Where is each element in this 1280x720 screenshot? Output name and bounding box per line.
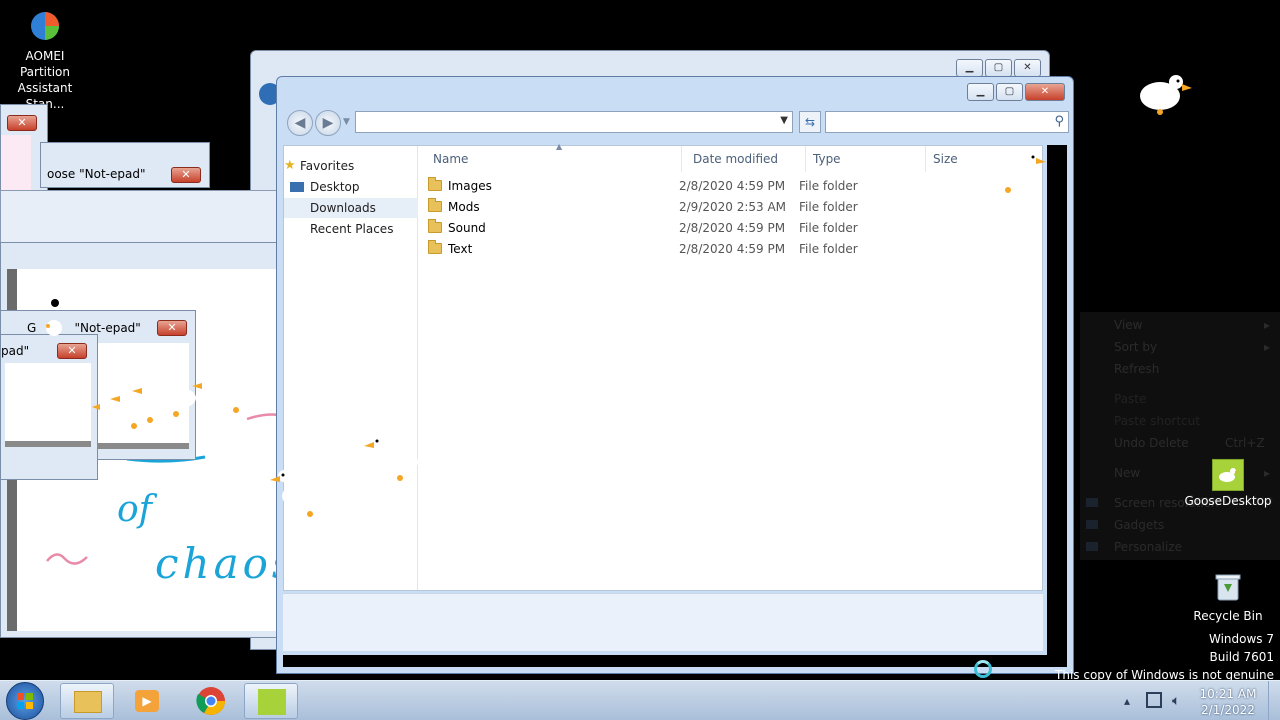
nav-item-desktop[interactable]: Desktop bbox=[284, 177, 418, 197]
chrome-icon bbox=[196, 687, 225, 715]
recycle-bin-icon bbox=[1215, 574, 1241, 601]
start-button[interactable] bbox=[6, 682, 44, 720]
show-desktop-button[interactable] bbox=[1268, 681, 1280, 720]
show-hidden-icons-icon[interactable]: ▴ bbox=[1124, 681, 1130, 720]
back-arrow-icon[interactable]: ◀ bbox=[287, 110, 313, 136]
taskbar-explorer-button[interactable] bbox=[60, 683, 114, 719]
desktop-icon-label: AOMEI Partition bbox=[19, 49, 70, 79]
explorer-content: ★ Favorites Desktop Downloads Recent Pla… bbox=[283, 142, 1043, 591]
nav-item-downloads[interactable]: Downloads bbox=[284, 198, 418, 218]
desktop-icon bbox=[290, 182, 304, 192]
folder-icon bbox=[428, 177, 442, 191]
forward-arrow-icon[interactable]: ▶ bbox=[315, 110, 341, 136]
windows-logo-icon bbox=[17, 693, 33, 709]
column-header-size[interactable]: Size bbox=[926, 146, 1026, 172]
search-icon: ⚲ bbox=[1054, 114, 1064, 129]
menu-item-personalize[interactable]: Personalize bbox=[1086, 540, 1182, 554]
close-button[interactable]: ✕ bbox=[1014, 59, 1041, 77]
column-header-type[interactable]: Type bbox=[806, 146, 926, 172]
menu-item-view[interactable]: View ▸ bbox=[1114, 318, 1270, 332]
menu-item-new[interactable]: New ▸ bbox=[1114, 466, 1270, 480]
file-row[interactable]: Sound 2/8/2020 4:59 PM File folder bbox=[428, 218, 1042, 239]
clock[interactable]: 10:21 AM 2/1/2022 bbox=[1196, 681, 1260, 720]
windows-watermark: Windows 7 Build 7601 This copy of Window… bbox=[1055, 632, 1274, 682]
personalize-icon bbox=[1086, 542, 1098, 551]
display-icon bbox=[1086, 498, 1098, 507]
nav-item-favorites[interactable]: ★ Favorites bbox=[284, 156, 418, 176]
close-button[interactable]: ✕ bbox=[157, 320, 187, 336]
goose-app-icon bbox=[258, 689, 286, 715]
desktop-icon-aomei[interactable]: AOMEI Partition Assistant Stan... bbox=[0, 10, 90, 112]
dialog-title: pad" bbox=[1, 344, 30, 358]
minimize-button[interactable]: ▁ bbox=[967, 83, 994, 101]
details-pane bbox=[283, 593, 1043, 651]
navigation-pane: ★ Favorites Desktop Downloads Recent Pla… bbox=[284, 146, 418, 590]
address-dropdown-icon[interactable]: ▼ bbox=[780, 115, 788, 126]
submenu-arrow-icon: ▸ bbox=[1264, 466, 1271, 480]
dialog-title: oose "Not-epad" bbox=[47, 167, 146, 181]
desktop-icon-label: Recycle Bin bbox=[1193, 609, 1263, 623]
dialog-title: G "Not-epad" bbox=[27, 321, 141, 335]
dialog-content bbox=[1, 135, 31, 193]
folder-icon bbox=[74, 691, 102, 713]
file-row[interactable]: Text 2/8/2020 4:59 PM File folder bbox=[428, 239, 1042, 260]
dark-frame-bottom bbox=[283, 655, 1067, 667]
goose-dialog-notepad-3[interactable]: pad" ✕ bbox=[0, 334, 98, 480]
file-list: ▲ Name Date modified Type Size Images 2/… bbox=[418, 142, 1042, 590]
dialog-content bbox=[5, 363, 91, 447]
close-button[interactable]: ✕ bbox=[1025, 83, 1065, 101]
menu-item-sort-by[interactable]: Sort by ▸ bbox=[1114, 340, 1270, 354]
folder-icon bbox=[428, 240, 442, 254]
maximize-button[interactable]: ▢ bbox=[996, 83, 1023, 101]
address-bar[interactable]: ▼ bbox=[355, 111, 793, 133]
close-button[interactable]: ✕ bbox=[57, 343, 87, 359]
menu-item-paste-shortcut[interactable]: Paste shortcut bbox=[1114, 414, 1200, 428]
menu-item-undo-delete[interactable]: Undo Delete Ctrl+Z bbox=[1114, 436, 1265, 450]
recent-pages-dropdown-icon[interactable]: ▼ bbox=[343, 117, 350, 127]
taskbar: ▶ ▴ 🔈︎ 10:21 AM 2/1/2022 bbox=[0, 680, 1280, 720]
partition-app-icon bbox=[31, 12, 59, 40]
taskbar-media-button[interactable]: ▶ bbox=[120, 683, 174, 719]
file-row[interactable]: Images 2/8/2020 4:59 PM File folder bbox=[428, 176, 1042, 197]
goose-icon bbox=[1219, 468, 1239, 482]
file-row[interactable]: Mods 2/9/2020 2:53 AM File folder bbox=[428, 197, 1042, 218]
drawing-word-of: of bbox=[117, 489, 152, 530]
dark-frame-right bbox=[1047, 145, 1067, 667]
submenu-arrow-icon: ▸ bbox=[1264, 340, 1271, 354]
close-button[interactable]: ✕ bbox=[7, 115, 37, 131]
submenu-arrow-icon: ▸ bbox=[1264, 318, 1271, 332]
star-icon: ★ bbox=[284, 158, 296, 173]
folder-icon bbox=[428, 198, 442, 212]
close-button[interactable]: ✕ bbox=[171, 167, 201, 183]
goose-icon bbox=[1140, 75, 1192, 115]
network-icon[interactable] bbox=[1146, 692, 1162, 708]
goose-desktop-icon-overlay[interactable] bbox=[1212, 459, 1244, 491]
refresh-icon[interactable]: ⇆ bbox=[799, 111, 821, 133]
goose-dialog-notepad-1[interactable]: oose "Not-epad" ✕ bbox=[40, 142, 210, 188]
nav-item-recent-places[interactable]: Recent Places bbox=[284, 219, 418, 239]
menu-item-refresh[interactable]: Refresh bbox=[1114, 362, 1159, 376]
media-player-icon: ▶ bbox=[135, 690, 159, 712]
volume-icon[interactable]: 🔈︎ bbox=[1172, 681, 1180, 720]
taskbar-chrome-button[interactable] bbox=[184, 683, 238, 719]
taskbar-goose-button[interactable] bbox=[244, 683, 298, 719]
gadgets-icon bbox=[1086, 520, 1098, 529]
folder-icon bbox=[428, 219, 442, 233]
column-header-date[interactable]: Date modified bbox=[686, 146, 806, 172]
dialog-content bbox=[97, 343, 189, 449]
goose-desktop-label-overlay: GooseDesktop bbox=[1184, 494, 1272, 508]
busy-cursor-icon bbox=[974, 660, 992, 678]
column-header-name[interactable]: Name bbox=[426, 146, 682, 172]
menu-item-gadgets[interactable]: Gadgets bbox=[1086, 518, 1164, 532]
search-input[interactable]: ⚲ bbox=[825, 111, 1069, 133]
maximize-button[interactable]: ▢ bbox=[985, 59, 1012, 77]
minimize-button[interactable]: ▁ bbox=[956, 59, 983, 77]
menu-item-paste[interactable]: Paste bbox=[1114, 392, 1146, 406]
explorer-window[interactable]: ▁ ▢ ✕ ◀ ▶ ▼ ▼ ⇆ ⚲ ★ Favorites Desktop Do… bbox=[276, 76, 1074, 674]
navigation-bar: ◀ ▶ ▼ ▼ ⇆ ⚲ bbox=[285, 107, 1069, 139]
desktop-icon-recycle-bin[interactable]: Recycle Bin bbox=[1192, 572, 1264, 624]
desktop-context-menu: View ▸ Sort by ▸ Refresh Paste Paste short… bbox=[1080, 312, 1280, 560]
